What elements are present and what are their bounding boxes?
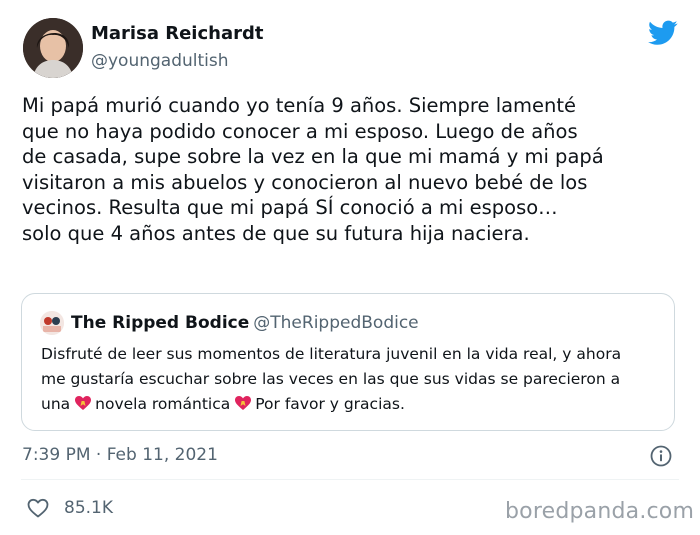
quoted-author[interactable]: The Ripped Bodice @TheRippedBodice	[71, 312, 419, 334]
heart-outline-icon[interactable]	[26, 496, 50, 520]
tweet-line: Mi papá murió cuando yo tenía 9 años. Si…	[22, 94, 577, 117]
tweet-line: visitaron a mis abuelos y conocieron al …	[22, 170, 588, 194]
quoted-line: me gustaría escuchar sobre las veces en …	[41, 370, 621, 388]
quoted-line: Disfruté de leer sus momentos de literat…	[41, 345, 622, 363]
author-handle[interactable]: @youngadultish	[91, 49, 229, 73]
heart-with-ribbon-emoji	[234, 394, 252, 410]
tweet-text: Mi papá murió cuando yo tenía 9 años. Si…	[22, 93, 682, 246]
info-icon[interactable]	[650, 445, 672, 467]
like-count[interactable]: 85.1K	[64, 496, 113, 520]
quoted-author-handle[interactable]: @TheRippedBodice	[253, 313, 418, 333]
author-avatar[interactable]	[23, 18, 83, 78]
quoted-line-end: Por favor y gracias.	[255, 395, 405, 413]
tweet-line: de casada, supe sobre la vez en la que m…	[22, 145, 604, 168]
watermark: boredpanda.com	[505, 499, 695, 524]
tweet-line: vecinos. Resulta que mi papá SÍ conoció …	[22, 196, 558, 219]
quoted-line-3: una novela romántica Por favor y gracias.	[41, 392, 661, 417]
divider	[21, 479, 679, 480]
quoted-line-start: una	[41, 395, 71, 413]
quoted-tweet-text: Disfruté de leer sus momentos de literat…	[41, 342, 661, 417]
tweet-line: solo que 4 años antes de que su futura h…	[22, 221, 530, 245]
author-name[interactable]: Marisa Reichardt	[91, 22, 263, 46]
tweet-timestamp[interactable]: 7:39 PM · Feb 11, 2021	[22, 443, 218, 467]
twitter-bird-icon[interactable]	[648, 20, 678, 46]
quoted-tweet-card[interactable]: The Ripped Bodice @TheRippedBodice Disfru…	[21, 293, 675, 431]
quoted-line-middle: novela romántica	[95, 395, 231, 413]
quoted-author-avatar[interactable]	[40, 311, 64, 335]
tweet-line: que no haya podido conocer a mi esposo. …	[22, 119, 578, 143]
quoted-author-name[interactable]: The Ripped Bodice	[71, 313, 249, 333]
heart-with-ribbon-emoji	[74, 394, 92, 410]
